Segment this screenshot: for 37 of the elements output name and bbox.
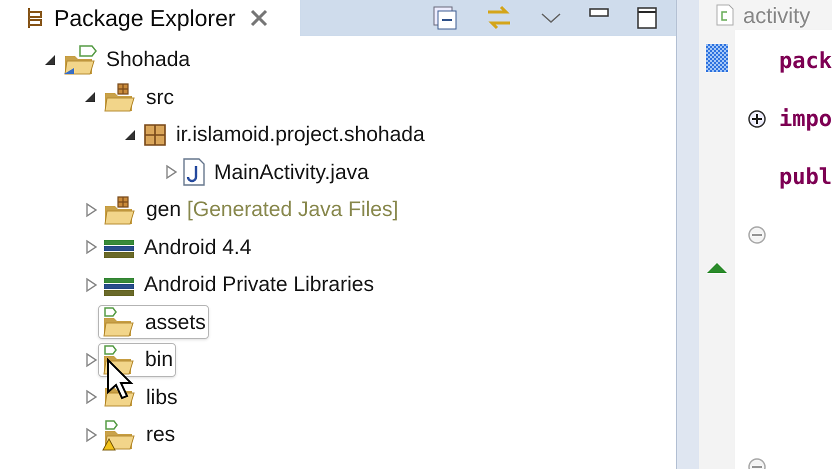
tree-item-label[interactable]: res — [146, 419, 176, 450]
tree-item-label[interactable]: gen — [146, 194, 182, 226]
tree-item-label[interactable]: ir.islamoid.project.shohada — [176, 119, 425, 150]
tree-item-decoration: [Generated Java Files] — [187, 197, 398, 223]
collapsed-arrow-icon[interactable] — [84, 276, 98, 293]
collapse-icon[interactable] — [747, 225, 768, 245]
collapsed-arrow-icon[interactable] — [84, 239, 98, 256]
tree-item-label[interactable]: MainActivity.java — [214, 156, 369, 188]
annotation-marker — [706, 44, 728, 72]
mouse-cursor-icon — [106, 358, 134, 400]
package-icon — [142, 122, 168, 148]
collapsed-arrow-icon[interactable] — [84, 389, 98, 406]
tree-item-label[interactable]: bin — [145, 344, 174, 376]
collapsed-arrow-icon[interactable] — [84, 426, 98, 443]
tree-item-label[interactable]: Android 4.4 — [144, 232, 252, 263]
tree-item-label[interactable]: Shohada — [106, 44, 190, 76]
collapse-all-icon[interactable] — [432, 5, 458, 31]
code-keyword: publ — [779, 164, 832, 192]
triangle-icon — [706, 262, 728, 274]
code-keyword: pack — [779, 48, 832, 76]
view-menu-icon[interactable] — [540, 12, 562, 24]
tree-item-label[interactable]: src — [146, 82, 174, 113]
code-keyword: impo — [779, 106, 832, 134]
outlined-tree-item[interactable]: assets — [98, 305, 209, 340]
java-file-icon — [182, 158, 206, 186]
collapsed-arrow-icon[interactable] — [84, 202, 98, 218]
panel-tab[interactable]: Package Explorer — [0, 0, 300, 36]
tree-item-label[interactable]: Android Private Libraries — [144, 269, 374, 300]
tab-title: Package Explorer — [54, 4, 236, 33]
expand-icon[interactable] — [747, 109, 768, 129]
collapsed-arrow-icon[interactable] — [84, 352, 98, 368]
project-folder-icon — [62, 44, 98, 76]
maximize-icon[interactable] — [636, 6, 658, 30]
tree-item-label[interactable]: assets — [145, 306, 206, 338]
tree-item-label[interactable]: libs — [146, 382, 178, 413]
collapsed-arrow-icon[interactable] — [164, 164, 178, 180]
file-icon — [715, 3, 736, 27]
